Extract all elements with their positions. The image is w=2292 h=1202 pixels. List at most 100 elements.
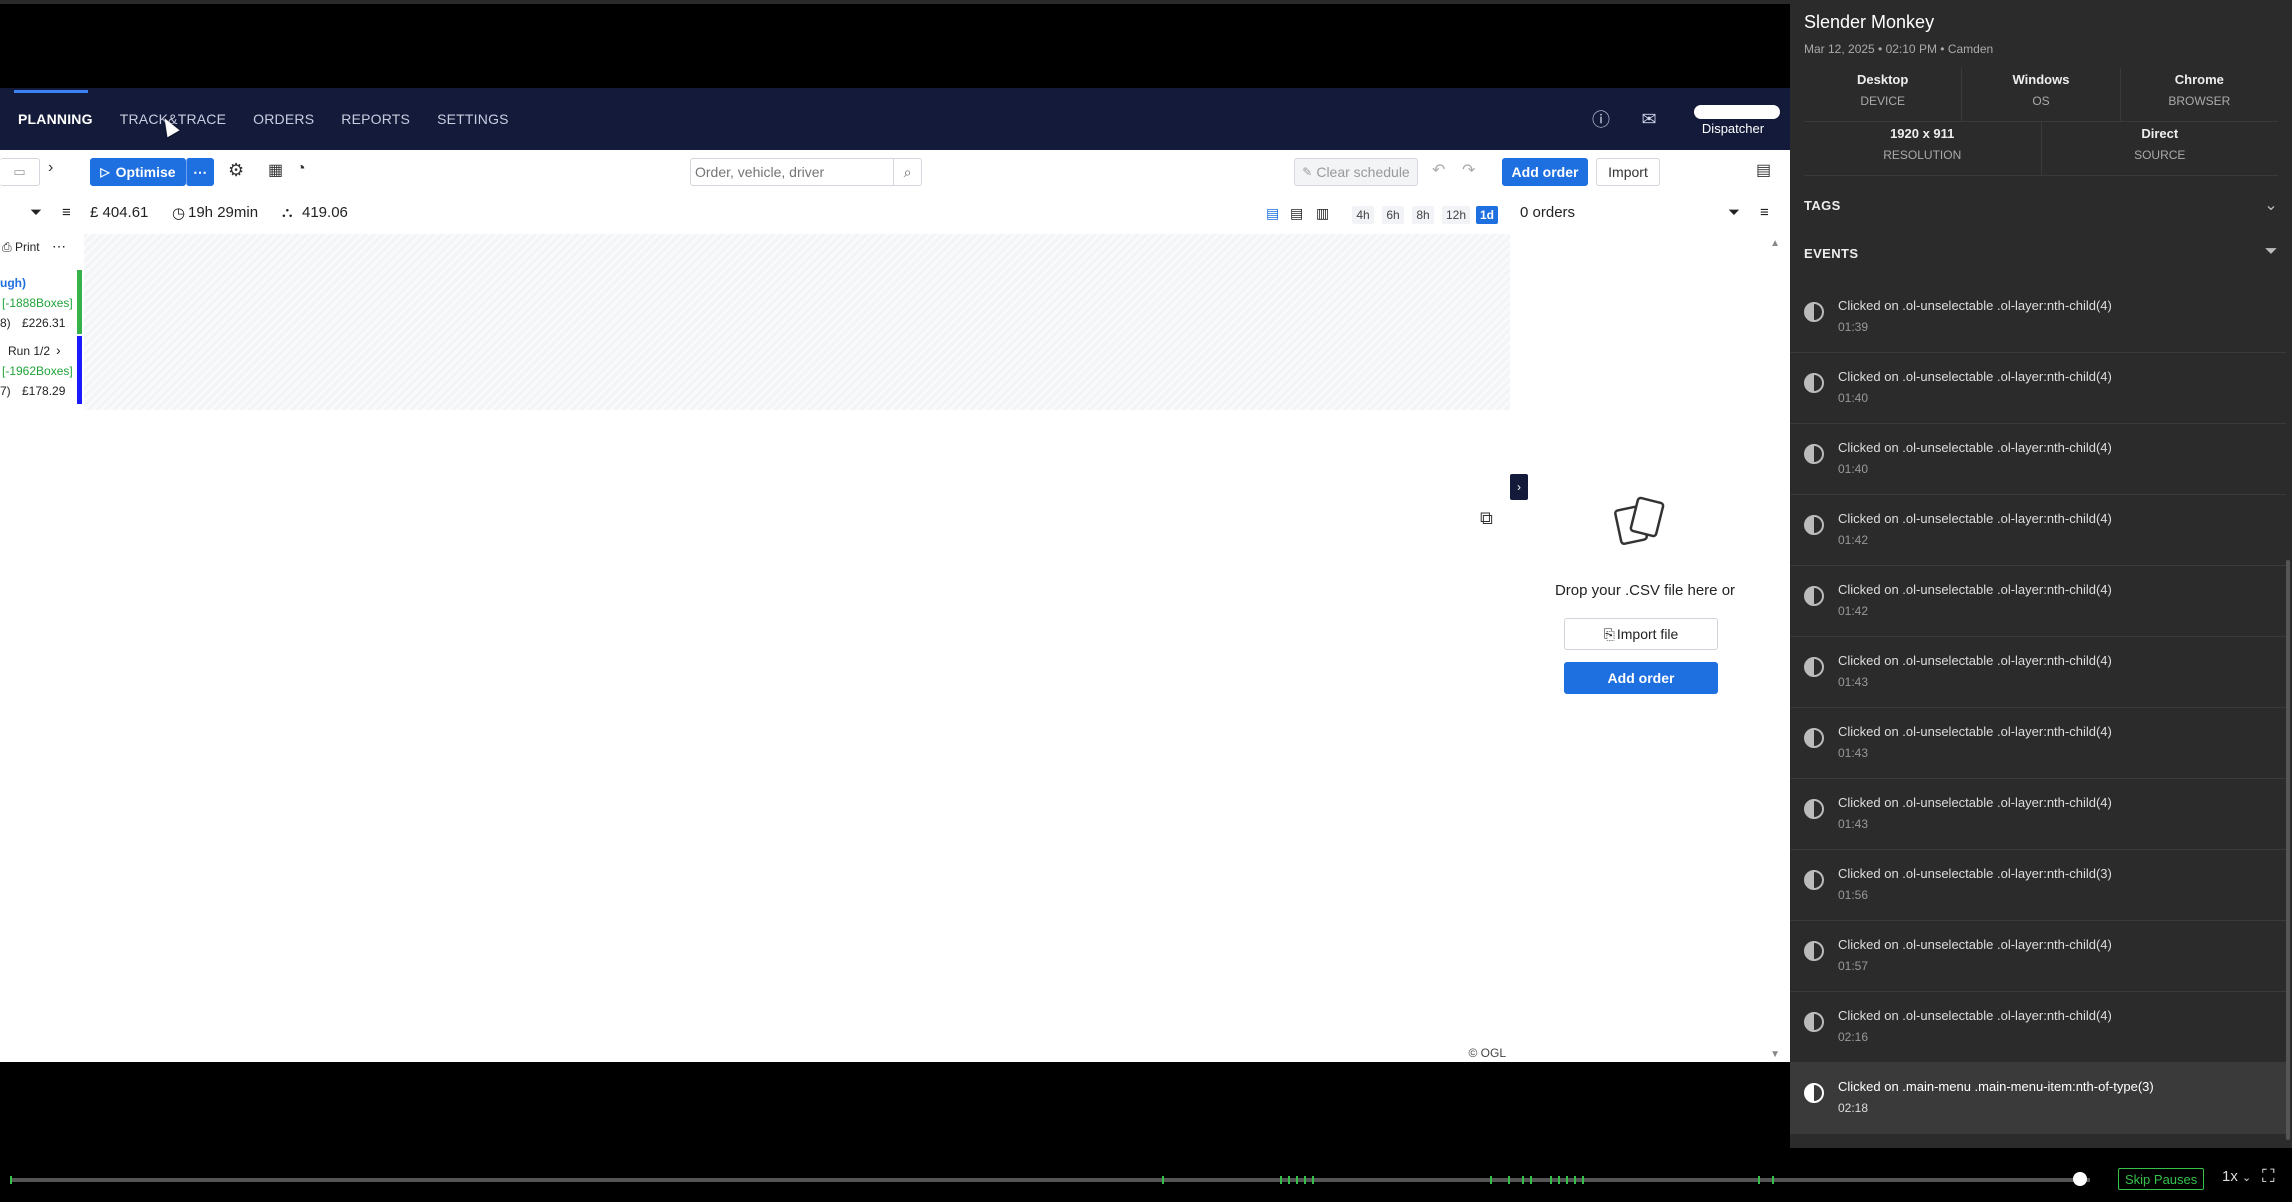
orders-sort-icon[interactable]: ≡ bbox=[1760, 204, 1769, 221]
gear-icon[interactable]: ⚙ bbox=[228, 160, 244, 181]
gantt-grid[interactable] bbox=[84, 234, 1510, 410]
sort-icon[interactable]: ≡ bbox=[62, 204, 71, 221]
event-item[interactable]: Clicked on .ol-unselectable .ol-layer:nt… bbox=[1790, 921, 2286, 992]
filter-icon[interactable]: ⏷ bbox=[30, 204, 42, 221]
menu-item-orders[interactable]: ORDERS bbox=[253, 111, 314, 127]
timeline-scrubber[interactable] bbox=[2072, 1172, 2087, 1186]
undo-icon[interactable]: ↶ bbox=[1432, 160, 1445, 180]
viewport-top-strip bbox=[0, 0, 1790, 4]
menu-item-planning[interactable]: PLANNING bbox=[18, 111, 93, 127]
replay-player-bar: Skip Pauses 1x ⌄ ⛶ bbox=[0, 1148, 2292, 1202]
skip-pauses-toggle[interactable]: Skip Pauses bbox=[2118, 1168, 2205, 1190]
date-picker-button[interactable]: ▭ bbox=[0, 158, 40, 186]
zoom-1d-button[interactable]: 1d bbox=[1476, 206, 1499, 224]
event-time: 02:16 bbox=[1838, 1030, 1869, 1044]
total-distance: 419.06 bbox=[302, 204, 348, 221]
meta-source: Direct SOURCE bbox=[2042, 122, 2279, 175]
runs-more-icon[interactable]: ⋯ bbox=[52, 238, 66, 255]
dashboard-gauge-icon[interactable]: ◔ bbox=[296, 160, 306, 178]
collapse-panel-chevron-icon[interactable]: › bbox=[1510, 474, 1528, 500]
export-document-icon[interactable]: ▤ bbox=[1756, 160, 1771, 180]
event-item[interactable]: Clicked on .ol-unselectable .ol-layer:nt… bbox=[1790, 424, 2286, 495]
gantt-view-icon[interactable]: ▤ bbox=[1266, 205, 1279, 222]
event-text: Clicked on .main-menu .main-menu-item:nt… bbox=[1838, 1079, 2154, 1094]
tags-section[interactable]: TAGS ⌄ bbox=[1804, 195, 2278, 215]
panel-add-order-button[interactable]: Add order bbox=[1564, 662, 1718, 694]
events-label: EVENTS bbox=[1804, 246, 1859, 261]
sidebar-scrollbar[interactable] bbox=[2286, 560, 2290, 1140]
chevron-down-icon: ⌄ bbox=[2242, 1172, 2252, 1184]
event-item[interactable]: Clicked on .ol-unselectable .ol-layer:nt… bbox=[1790, 566, 2286, 637]
replay-timeline[interactable] bbox=[10, 1176, 2090, 1184]
menu-item-settings[interactable]: SETTINGS bbox=[437, 111, 509, 127]
event-item[interactable]: Clicked on .ol-unselectable .ol-layer:nt… bbox=[1790, 353, 2286, 424]
event-text: Clicked on .ol-unselectable .ol-layer:nt… bbox=[1838, 724, 2112, 739]
mouse-click-icon bbox=[1804, 444, 1824, 464]
event-time: 01:42 bbox=[1838, 533, 1869, 547]
timeline-activity-tick bbox=[1490, 1176, 1492, 1184]
zoom-12h-button[interactable]: 12h bbox=[1442, 206, 1471, 224]
run-1-color-bar bbox=[77, 270, 82, 334]
event-time: 01:43 bbox=[1838, 746, 1869, 760]
clear-schedule-button[interactable]: ✎ Clear schedule bbox=[1294, 158, 1418, 186]
add-order-button[interactable]: Add order bbox=[1502, 158, 1588, 186]
zoom-6h-button[interactable]: 6h bbox=[1382, 206, 1404, 224]
timeline-activity-tick bbox=[1566, 1176, 1568, 1184]
question-circle-icon[interactable]: ⓘ bbox=[1590, 106, 1612, 132]
zoom-8h-button[interactable]: 8h bbox=[1412, 206, 1434, 224]
mail-icon[interactable]: ✉ bbox=[1638, 109, 1660, 130]
search-input[interactable] bbox=[691, 159, 891, 185]
chevron-down-circle-icon[interactable]: ⌄ bbox=[2264, 195, 2278, 215]
optimise-button[interactable]: ▷ Optimise bbox=[90, 158, 186, 186]
event-item[interactable]: Clicked on .ol-unselectable .ol-layer:nt… bbox=[1790, 779, 2286, 850]
redo-icon[interactable]: ↷ bbox=[1462, 160, 1475, 180]
event-item[interactable]: Clicked on .main-menu .main-menu-item:nt… bbox=[1790, 1063, 2286, 1134]
next-day-chevron-icon[interactable]: › bbox=[48, 159, 53, 177]
event-item[interactable]: Clicked on .ol-unselectable .ol-layer:nt… bbox=[1790, 637, 2286, 708]
main-menu: PLANNING TRACK&TRACE ORDERS REPORTS SETT… bbox=[18, 88, 536, 150]
optimise-more-button[interactable]: ⋯ bbox=[186, 158, 214, 186]
qr-grid-icon[interactable]: ▦ bbox=[268, 160, 283, 180]
list-view-icon[interactable]: ▤ bbox=[1290, 205, 1303, 222]
scroll-down-icon[interactable]: ▼ bbox=[1770, 1049, 1780, 1060]
scroll-up-icon[interactable]: ▲ bbox=[1770, 238, 1780, 249]
run-2-count: 7) bbox=[0, 384, 11, 398]
run-2-chevron-icon[interactable]: › bbox=[56, 342, 61, 358]
print-button[interactable]: ⎙ Print bbox=[2, 240, 40, 255]
run-2-boxes: [-1962Boxes] bbox=[2, 364, 73, 378]
event-time: 01:43 bbox=[1838, 675, 1869, 689]
event-item[interactable]: Clicked on .ol-unselectable .ol-layer:nt… bbox=[1790, 992, 2286, 1063]
fullscreen-icon[interactable]: ⛶ bbox=[2262, 1166, 2275, 1187]
printer-icon: ⎙ bbox=[2, 240, 12, 254]
import-button[interactable]: Import bbox=[1596, 158, 1660, 186]
run-2-title[interactable]: Run 1/2 bbox=[8, 344, 50, 358]
menu-item-reports[interactable]: REPORTS bbox=[341, 111, 410, 127]
mouse-click-icon bbox=[1804, 373, 1824, 393]
map-view-icon[interactable]: ▥ bbox=[1316, 205, 1329, 222]
event-item[interactable]: Clicked on .ol-unselectable .ol-layer:nt… bbox=[1790, 708, 2286, 779]
orders-filter-icon[interactable]: ⏷ bbox=[1728, 204, 1740, 221]
events-list: Clicked on .ol-unselectable .ol-layer:nt… bbox=[1790, 282, 2292, 1148]
mouse-click-icon bbox=[1804, 1083, 1824, 1103]
event-time: 01:40 bbox=[1838, 391, 1869, 405]
mouse-click-icon bbox=[1804, 870, 1824, 890]
event-item[interactable]: Clicked on .ol-unselectable .ol-layer:nt… bbox=[1790, 850, 2286, 921]
run-1-cost: £226.31 bbox=[22, 316, 66, 330]
events-filter-icon[interactable]: ⏷ bbox=[2265, 243, 2278, 261]
run-1-title[interactable]: ugh) bbox=[0, 276, 26, 290]
route-map[interactable]: ⧉ © OGL bbox=[0, 410, 1510, 1062]
external-link-icon[interactable]: ⧉ bbox=[1480, 508, 1493, 529]
event-item[interactable]: Clicked on .ol-unselectable .ol-layer:nt… bbox=[1790, 282, 2286, 353]
timeline-activity-tick bbox=[1758, 1176, 1760, 1184]
user-menu[interactable]: Dispatcher bbox=[1688, 103, 1780, 136]
zoom-4h-button[interactable]: 4h bbox=[1352, 206, 1374, 224]
session-details-sidebar: Slender Monkey Mar 12, 2025 • 02:10 PM •… bbox=[1790, 0, 2292, 1148]
tags-label: TAGS bbox=[1804, 198, 1841, 213]
playback-speed-select[interactable]: 1x ⌄ bbox=[2222, 1168, 2251, 1185]
total-duration: 19h 29min bbox=[188, 204, 259, 221]
import-file-button[interactable]: ⎘ Import file bbox=[1564, 618, 1718, 650]
event-item[interactable]: Clicked on .ol-unselectable .ol-layer:nt… bbox=[1790, 495, 2286, 566]
timeline-activity-tick bbox=[1312, 1176, 1314, 1184]
documents-icon bbox=[1614, 496, 1665, 546]
search-icon[interactable]: ⌕ bbox=[893, 159, 921, 185]
